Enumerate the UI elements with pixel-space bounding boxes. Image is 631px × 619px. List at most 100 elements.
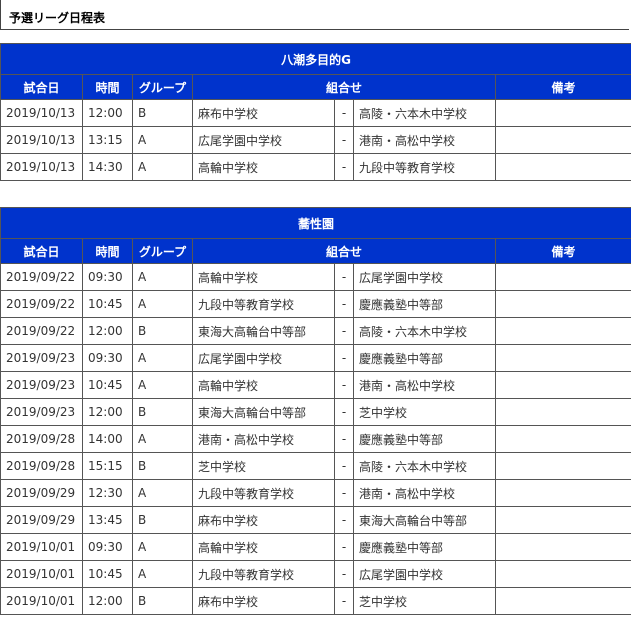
header-time: 時間: [82, 238, 133, 264]
venue-name: 蕎性園: [0, 207, 631, 239]
match-date: 2019/09/23: [0, 398, 83, 426]
match-time: 15:15: [82, 452, 133, 480]
schedule-table-2: 蕎性園 試合日 時間 グループ 組合せ 備考 2019/09/22 09:30 A 高輪中学校 - 広…: [0, 207, 631, 615]
venue-name: 八潮多目的G: [0, 43, 631, 75]
match-note: [494, 153, 631, 181]
match-time: 12:00: [82, 587, 133, 615]
match-group: A: [132, 126, 193, 154]
team-away: 慶應義塾中等部: [353, 533, 496, 561]
match-note: [494, 290, 631, 318]
table-row: 2019/10/01 10:45 A 九段中等教育学校 - 広尾学園中学校: [0, 560, 631, 588]
header-note: 備考: [494, 74, 631, 100]
match-date: 2019/10/13: [0, 99, 83, 127]
versus-separator: -: [334, 533, 354, 561]
match-time: 13:15: [82, 126, 133, 154]
table-row: 2019/09/23 10:45 A 高輪中学校 - 港南・高松中学校: [0, 371, 631, 399]
header-time: 時間: [82, 74, 133, 100]
match-note: [494, 587, 631, 615]
versus-separator: -: [334, 290, 354, 318]
versus-separator: -: [334, 126, 354, 154]
column-header-row: 試合日 時間 グループ 組合せ 備考: [0, 238, 631, 264]
match-date: 2019/09/23: [0, 344, 83, 372]
header-group: グループ: [132, 238, 193, 264]
match-date: 2019/09/22: [0, 290, 83, 318]
match-group: A: [132, 533, 193, 561]
match-group: A: [132, 263, 193, 291]
match-group: A: [132, 560, 193, 588]
match-date: 2019/09/23: [0, 371, 83, 399]
match-group: A: [132, 290, 193, 318]
table-row: 2019/09/29 13:45 B 麻布中学校 - 東海大高輪台中等部: [0, 506, 631, 534]
match-time: 10:45: [82, 290, 133, 318]
page-title-bar: 予選リーグ日程表: [0, 0, 629, 30]
match-note: [494, 479, 631, 507]
versus-separator: -: [334, 371, 354, 399]
header-group: グループ: [132, 74, 193, 100]
match-note: [494, 452, 631, 480]
team-away: 広尾学園中学校: [353, 263, 496, 291]
match-time: 09:30: [82, 263, 133, 291]
match-date: 2019/10/01: [0, 587, 83, 615]
table-row: 2019/09/22 10:45 A 九段中等教育学校 - 慶應義塾中等部: [0, 290, 631, 318]
team-home: 高輪中学校: [192, 263, 335, 291]
team-home: 高輪中学校: [192, 153, 335, 181]
team-home: 九段中等教育学校: [192, 290, 335, 318]
match-group: A: [132, 153, 193, 181]
table-row: 2019/10/13 13:15 A 広尾学園中学校 - 港南・高松中学校: [0, 126, 631, 154]
match-note: [494, 506, 631, 534]
match-group: A: [132, 425, 193, 453]
match-time: 12:00: [82, 99, 133, 127]
venue-header-row: 八潮多目的G: [0, 43, 631, 75]
table-row: 2019/10/13 14:30 A 高輪中学校 - 九段中等教育学校: [0, 153, 631, 181]
match-note: [494, 126, 631, 154]
match-group: B: [132, 587, 193, 615]
match-time: 09:30: [82, 344, 133, 372]
match-note: [494, 533, 631, 561]
match-time: 14:30: [82, 153, 133, 181]
match-time: 10:45: [82, 560, 133, 588]
team-away: 高陵・六本木中学校: [353, 317, 496, 345]
team-away: 慶應義塾中等部: [353, 425, 496, 453]
match-note: [494, 371, 631, 399]
table-row: 2019/09/29 12:30 A 九段中等教育学校 - 港南・高松中学校: [0, 479, 631, 507]
team-home: 港南・高松中学校: [192, 425, 335, 453]
team-away: 東海大高輪台中等部: [353, 506, 496, 534]
match-date: 2019/09/28: [0, 425, 83, 453]
match-note: [494, 560, 631, 588]
match-group: A: [132, 344, 193, 372]
table-row: 2019/09/28 14:00 A 港南・高松中学校 - 慶應義塾中等部: [0, 425, 631, 453]
header-date: 試合日: [0, 238, 83, 264]
versus-separator: -: [334, 425, 354, 453]
team-home: 広尾学園中学校: [192, 126, 335, 154]
team-home: 九段中等教育学校: [192, 479, 335, 507]
team-home: 芝中学校: [192, 452, 335, 480]
match-group: A: [132, 479, 193, 507]
table-row: 2019/09/22 09:30 A 高輪中学校 - 広尾学園中学校: [0, 263, 631, 291]
match-note: [494, 99, 631, 127]
match-time: 10:45: [82, 371, 133, 399]
versus-separator: -: [334, 317, 354, 345]
match-note: [494, 425, 631, 453]
table-row: 2019/10/01 12:00 B 麻布中学校 - 芝中学校: [0, 587, 631, 615]
table-row: 2019/10/13 12:00 B 麻布中学校 - 高陵・六本木中学校: [0, 99, 631, 127]
schedule-table-1: 八潮多目的G 試合日 時間 グループ 組合せ 備考 2019/10/13 12:00 B 麻布中学…: [0, 43, 631, 181]
header-match: 組合せ: [192, 74, 496, 100]
match-date: 2019/10/01: [0, 560, 83, 588]
match-time: 12:00: [82, 398, 133, 426]
match-group: B: [132, 452, 193, 480]
match-date: 2019/09/22: [0, 317, 83, 345]
header-date: 試合日: [0, 74, 83, 100]
match-date: 2019/10/13: [0, 153, 83, 181]
match-date: 2019/09/29: [0, 479, 83, 507]
team-away: 九段中等教育学校: [353, 153, 496, 181]
match-time: 12:00: [82, 317, 133, 345]
team-away: 芝中学校: [353, 398, 496, 426]
table-row: 2019/09/23 12:00 B 東海大高輪台中等部 - 芝中学校: [0, 398, 631, 426]
match-group: B: [132, 398, 193, 426]
column-header-row: 試合日 時間 グループ 組合せ 備考: [0, 74, 631, 100]
versus-separator: -: [334, 587, 354, 615]
match-time: 12:30: [82, 479, 133, 507]
team-home: 東海大高輪台中等部: [192, 317, 335, 345]
match-time: 14:00: [82, 425, 133, 453]
team-home: 九段中等教育学校: [192, 560, 335, 588]
